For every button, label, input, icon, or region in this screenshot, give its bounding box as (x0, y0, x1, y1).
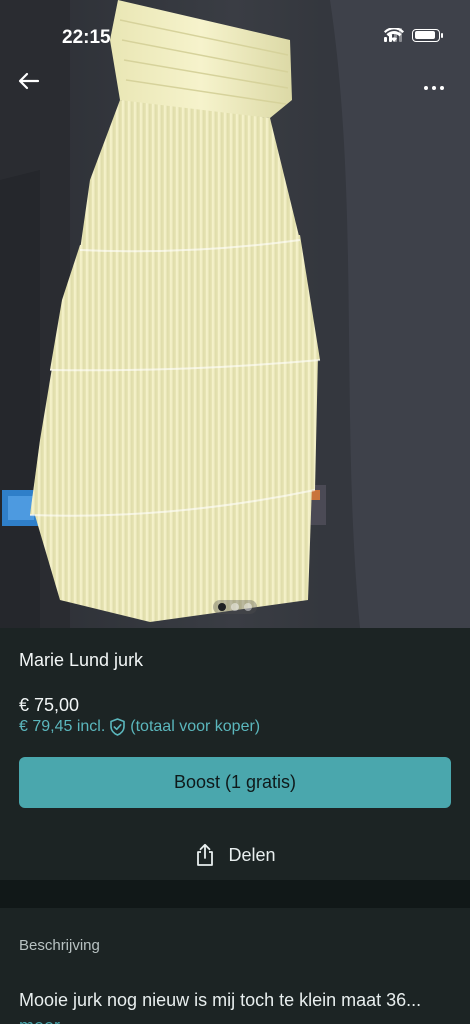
section-divider (0, 880, 470, 908)
status-time: 22:15 (62, 27, 111, 48)
boost-label: Boost (1 gratis) (173, 772, 297, 792)
price-incl-note: (totaal voor koper) (130, 718, 261, 735)
listing-title: Marie Lund jurk (19, 650, 144, 670)
listing-details: Marie Lund jurk € 75,00 € 79,45 incl. (t… (0, 628, 470, 880)
description-text: Mooie jurk nog nieuw is mij toch te klei… (19, 987, 439, 1024)
share-icon (197, 843, 214, 866)
price-incl-value: € 79,45 incl. (19, 718, 106, 735)
description-body: Mooie jurk nog nieuw is mij toch te klei… (19, 990, 422, 1010)
back-button[interactable] (18, 72, 50, 104)
share-label: Delen (228, 844, 276, 865)
product-photo-carousel[interactable]: 22:15 (0, 0, 470, 628)
pager-dot[interactable] (244, 603, 252, 611)
shield-check-icon (110, 718, 126, 736)
pager-dot[interactable] (231, 603, 239, 611)
status-icons (384, 28, 443, 42)
listing-price: € 75,00 (19, 695, 80, 715)
boost-button[interactable]: Boost (1 gratis) (19, 757, 451, 808)
status-bar: 22:15 (0, 0, 470, 60)
wifi-icon (384, 28, 404, 42)
more-horizontal-icon (424, 86, 428, 90)
buyer-total-price-link[interactable]: € 79,45 incl. (totaal voor koper) (19, 718, 260, 736)
share-button[interactable]: Delen (0, 838, 470, 872)
pager-dot[interactable] (218, 603, 226, 611)
more-options-button[interactable] (416, 72, 452, 104)
arrow-left-icon (18, 72, 40, 90)
battery-icon (412, 28, 443, 42)
product-photo (0, 0, 470, 628)
description-label: Beschrijving (19, 937, 100, 954)
listing-page: 22:15 Marie Lund jurk € 75,00 € 79,45 in… (0, 0, 470, 1024)
read-more-link[interactable]: meer (19, 1016, 60, 1024)
carousel-pager (0, 600, 470, 614)
description-section: Beschrijving Mooie jurk nog nieuw is mij… (0, 908, 470, 1024)
